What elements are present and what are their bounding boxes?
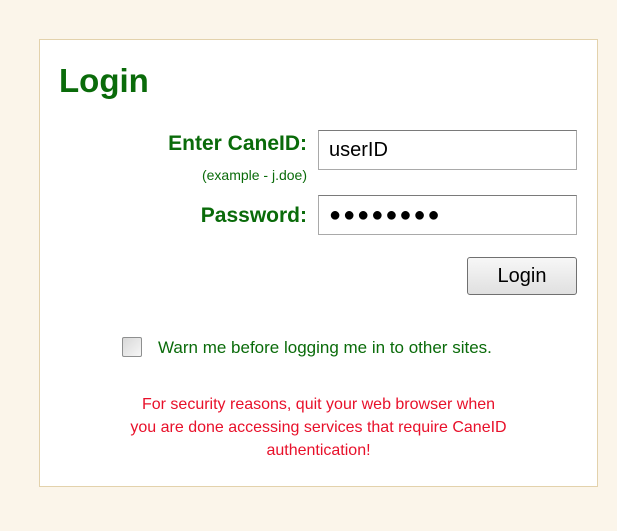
- security-message: For security reasons, quit your web brow…: [40, 393, 597, 462]
- password-input[interactable]: [318, 195, 577, 235]
- login-title: Login: [59, 62, 149, 99]
- caneid-example-hint: (example - j.doe): [201, 167, 307, 183]
- security-message-line: authentication!: [266, 442, 371, 459]
- caneid-label: Enter CaneID:: [168, 132, 307, 155]
- page: Login Enter CaneID: (example - j.doe) Pa…: [0, 0, 617, 531]
- warn-checkbox-label[interactable]: Warn me before logging me in to other si…: [158, 338, 492, 358]
- login-button[interactable]: Login: [467, 257, 577, 295]
- login-panel: Login Enter CaneID: (example - j.doe) Pa…: [39, 39, 598, 487]
- password-label: Password:: [200, 204, 307, 227]
- caneid-input[interactable]: [318, 130, 577, 170]
- warn-option: Warn me before logging me in to other si…: [120, 337, 590, 361]
- security-message-line: For security reasons, quit your web brow…: [141, 396, 496, 413]
- warn-checkbox[interactable]: [122, 337, 142, 357]
- security-message-line: you are done accessing services that req…: [130, 419, 507, 436]
